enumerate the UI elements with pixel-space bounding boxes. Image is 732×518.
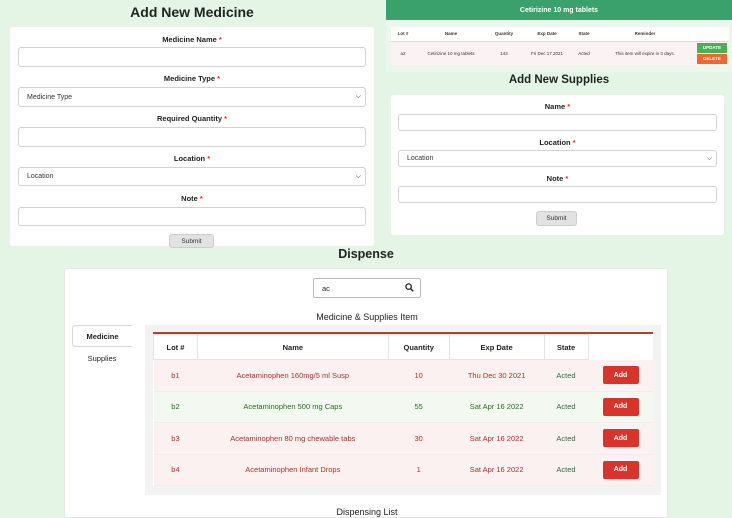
chevron-down-icon: ⌵ [706,154,712,162]
dispensing-list-title: Dispensing List [336,507,398,517]
supply-location-select[interactable]: Location ⌵ [398,150,717,167]
search-icon[interactable] [405,283,414,294]
supplies-submit-button[interactable]: Submit [536,211,577,226]
item-type-tabs: Medicine Supplies [72,325,132,369]
required-quantity-label: Required Quantity * [156,114,228,123]
chevron-down-icon: ⌵ [355,93,361,100]
add-supplies-title: Add New Supplies [508,74,610,86]
cell-quantity: 1 [388,454,450,486]
required-quantity-input[interactable] [18,127,366,147]
medicine-type-label: Medicine Type * [163,74,221,83]
chevron-down-icon: ⌵ [355,172,361,180]
column-header: Lot # [391,27,415,42]
column-header: Name [415,27,487,42]
add-medicine-form: Medicine Name * Medicine Type * Medicine… [10,27,374,248]
cell-exp-date: Sat Apr 16 2022 [449,391,545,423]
location-label: Location * [173,154,211,163]
table-row: b3 Acetaminophen 80 mg chewable tabs 30 … [153,422,653,455]
cell-lot: b1 [153,359,198,392]
cell-lot: b2 [153,391,198,423]
cell-name: Acetaminophen 80 mg chewable tabs [197,422,389,455]
cell-exp-date: Sat Apr 16 2022 [449,454,545,486]
medicine-type-select[interactable]: Medicine Type ⌵ [18,87,366,107]
cell-name: Acetaminophen Infant Drops [197,454,389,486]
tab-supplies[interactable]: Supplies [72,347,132,369]
add-button[interactable]: Add [602,397,639,416]
table-row: a2 Cetirizine 10 mg tablets 143 Fri Dec … [391,41,729,65]
column-header: Name [196,334,389,360]
add-supplies-form: Name * Location * Location ⌵ Note * Subm… [391,95,724,235]
column-header: Quantity [487,27,521,42]
cell-exp-date: Fri Dec 17 2021 [521,41,573,65]
cell-state: Acted [544,422,588,455]
medicine-name-input[interactable] [18,47,366,67]
search-input[interactable]: ac [313,278,421,298]
cell-state: Acted [544,454,588,486]
note-label: Note * [181,194,203,203]
table-row: b1 Acetaminophen 160mg/5 ml Susp 10 Thu … [153,359,653,392]
add-button[interactable]: Add [602,460,639,479]
column-header: Exp Date [521,27,573,42]
cell-lot: b3 [153,422,198,455]
cell-quantity: 143 [487,41,521,65]
cell-exp-date: Thu Dec 30 2021 [449,359,545,392]
column-header: Quantity [387,334,450,360]
dispense-title: Dispense [338,247,394,261]
cell-quantity: 30 [388,422,450,455]
table-row: b2 Acetaminophen 500 mg Caps 55 Sat Apr … [153,391,653,423]
cell-name: Acetaminophen 500 mg Caps [197,391,389,423]
cell-reminder: This item will expire in 3 days. [595,41,695,65]
cell-state: Acted [544,359,588,392]
supply-name-input[interactable] [398,114,717,131]
add-medicine-panel: Add New Medicine Medicine Name * Medicin… [0,0,384,248]
tab-medicine[interactable]: Medicine [72,325,132,347]
table-row: b4 Acetaminophen Infant Drops 1 Sat Apr … [153,454,653,486]
cetirizine-panel: Cetirizine 10 mg tablets Lot # Name Quan… [386,0,732,72]
medicine-submit-button[interactable]: Submit [169,234,214,248]
cell-quantity: 55 [388,391,450,423]
medicine-name-label: Medicine Name * [162,35,222,44]
cell-lot: b4 [153,454,198,486]
add-medicine-title: Add New Medicine [130,4,254,20]
cell-name: Acetaminophen 160mg/5 ml Susp [197,359,389,392]
add-button[interactable]: Add [602,366,639,384]
items-title: Medicine & Supplies Item [316,312,418,322]
location-select[interactable]: Location ⌵ [18,167,366,186]
dispense-panel: ac Medicine & Supplies Item Medicine Sup… [64,268,668,518]
supply-location-label: Location * [539,138,576,147]
supply-note-label: Note * [546,174,569,183]
update-button[interactable]: UPDATE [697,42,727,53]
column-header: Reminder [595,27,695,42]
cell-state: Acted [573,41,595,65]
cell-quantity: 10 [388,359,450,392]
cell-exp-date: Sat Apr 16 2022 [449,422,545,455]
cetirizine-header: Cetirizine 10 mg tablets [386,0,732,20]
cell-lot: a2 [391,41,415,65]
cell-name: Cetirizine 10 mg tablets [415,41,487,65]
column-header: State [573,27,595,42]
delete-button[interactable]: DELETE [697,53,727,64]
column-header: State [543,334,589,360]
cell-state: Acted [544,391,588,423]
add-button[interactable]: Add [602,429,639,448]
column-header: Lot # [153,334,198,360]
cetirizine-table: Lot # Name Quantity Exp Date State Remin… [391,27,729,65]
supply-note-input[interactable] [398,186,717,203]
supply-name-label: Name * [544,102,571,111]
items-table-container: Lot # Name Quantity Exp Date State b1 Ac… [145,325,661,495]
items-table: Lot # Name Quantity Exp Date State b1 Ac… [153,334,653,486]
column-header: Exp Date [448,334,545,360]
note-input[interactable] [18,207,366,226]
